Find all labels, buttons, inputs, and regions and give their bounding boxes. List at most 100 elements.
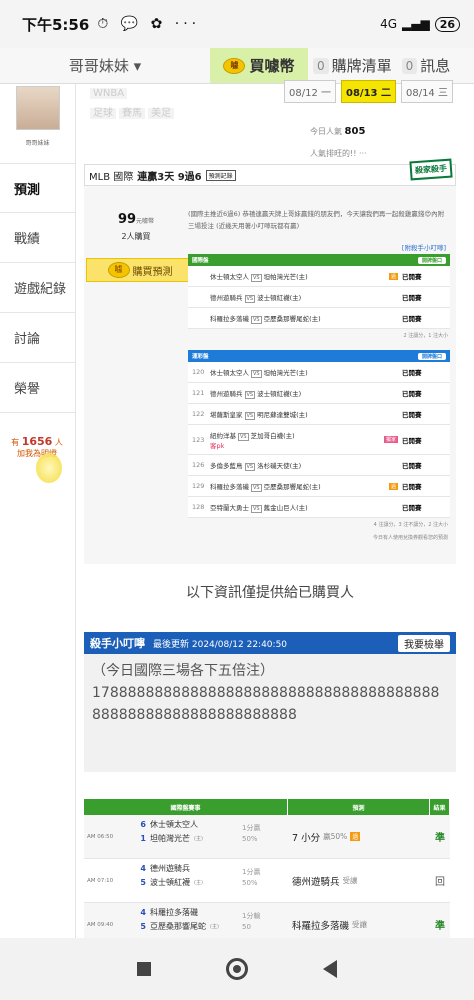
avatar[interactable]	[15, 86, 60, 130]
home-team: 紐約洋基	[210, 431, 236, 440]
match-row[interactable]: 128 亞特蘭大勇士 VS 舊金山巨人(主) 已開賽	[188, 497, 450, 518]
prediction-pick: 7 小分 贏50% 過	[288, 815, 430, 858]
open-label[interactable]: 開牌盤口	[417, 256, 446, 264]
results-table: 國際盤賽事 預測 結果 AM 06:50 6 休士頓太空人 1 坦帕灣光芒 (主) 1分贏 5…	[84, 799, 450, 947]
odds-line: 1分贏	[242, 868, 261, 876]
match-teams: 堪薩斯皇家 VS 明尼蘇達雙城(主)	[210, 409, 402, 420]
status-time: 下午5:56	[22, 15, 90, 34]
team-line: 4 科羅拉多落磯	[134, 906, 242, 920]
report-button[interactable]: 我要檢舉	[398, 634, 450, 652]
tw-note2: 今日有人使用兌換券觀看您的預測	[188, 531, 450, 544]
lightbulb-icon	[36, 453, 62, 483]
cart-count: 0	[313, 57, 329, 74]
result-row: AM 07:10 4 德州遊騎兵 5 波士頓紅襪 (主) 1分贏 50% 德州遊騎兵 受讓回	[84, 859, 450, 903]
away-team: 舊金山巨人(主)	[263, 504, 308, 512]
signal-icon: 4G	[380, 17, 397, 31]
results-header: 國際盤賽事 預測 結果	[84, 799, 450, 815]
team-no: 5	[140, 922, 146, 931]
match-row[interactable]: 121 德州遊騎兵 VS 波士頓紅襪(主) 已開賽	[188, 383, 450, 404]
tag-horse[interactable]: 賽馬	[119, 108, 145, 119]
assist-link[interactable]: [附殺手小叮嚀]	[402, 242, 446, 252]
tag-football[interactable]: 足球	[90, 108, 116, 119]
back-icon[interactable]	[322, 960, 337, 978]
popularity-label: 今日人氣	[310, 127, 342, 136]
vs-icon: VS	[251, 370, 262, 378]
price-unit: 元噱幣	[136, 218, 155, 225]
pick-sub: 受讓	[342, 876, 358, 885]
match-row[interactable]: 123 紐約洋基 VS 芝加哥白襪(主) 客pk 獨家 已開賽	[188, 425, 450, 455]
odds-pct: 50%	[242, 879, 258, 887]
match-row[interactable]: 科羅拉多落磯 VS 亞歷桑那響尾蛇(主) 已開賽	[188, 308, 450, 329]
recents-icon[interactable]	[137, 962, 152, 976]
vs-icon: VS	[244, 391, 256, 399]
odds-pct: 50	[242, 923, 251, 931]
match-row[interactable]: 126 多倫多藍鳥 VS 洛杉磯天使(主) 已開賽	[188, 455, 450, 476]
match-row[interactable]: 休士頓太空人 VS 坦帕灣光芒(主) 過已開賽	[188, 266, 450, 287]
match-row[interactable]: 120 休士頓太空人 VS 坦帕灣光芒(主) 已開賽	[188, 362, 450, 383]
team-no: 6	[140, 820, 146, 829]
match-teams: 6 休士頓太空人 1 坦帕灣光芒 (主)	[134, 815, 242, 858]
match-no: 121	[192, 389, 205, 397]
vs-icon: VS	[251, 316, 262, 324]
home-team: 休士頓太空人	[210, 369, 249, 377]
match-status: 已開賽	[402, 273, 422, 281]
sidebar-item-discuss[interactable]: 討論	[0, 313, 75, 363]
match-row[interactable]: 德州遊騎兵 VS 波士頓紅襪(主) 已開賽	[188, 287, 450, 308]
tag-nfl[interactable]: 美足	[148, 108, 174, 119]
buyers-count: 2人購買	[121, 232, 151, 241]
date-0814[interactable]: 08/14 三	[400, 80, 453, 103]
messages-tab[interactable]: 0 訊息	[397, 48, 456, 83]
team-no: 1	[140, 834, 146, 843]
team-line: 5 波士頓紅襪 (主)	[134, 876, 242, 890]
date-0813[interactable]: 08/13 二	[341, 80, 396, 103]
parlay-tag: 過	[388, 272, 398, 280]
match-row[interactable]: 122 堪薩斯皇家 VS 明尼蘇達雙城(主) 已開賽	[188, 404, 450, 425]
vs-icon: VS	[244, 295, 256, 303]
home-suffix: (主)	[194, 880, 203, 886]
match-time: AM 06:50	[87, 833, 114, 840]
odds-pct: 50%	[242, 835, 258, 843]
cart-tab[interactable]: 0 購牌清單	[308, 48, 397, 83]
home-team: 亞特蘭大勇士	[210, 504, 249, 512]
buy-prediction-button[interactable]: 噱 購買預測	[86, 258, 194, 282]
team-line: 4 德州遊騎兵	[134, 862, 242, 876]
date-selector: 08/12 一 08/13 二 08/14 三	[284, 80, 453, 103]
match-status: 已開賽	[402, 483, 422, 491]
sidebar-item-game-log[interactable]: 遊戲紀錄	[0, 263, 75, 313]
date-0812[interactable]: 08/12 一	[284, 80, 336, 103]
match-row[interactable]: 129 科羅拉多落磯 VS 亞歷桑那響尾蛇(主) 過已開賽	[188, 476, 450, 497]
sidebar-item-predict[interactable]: 預測	[0, 163, 75, 213]
team-name: 休士頓太空人	[150, 820, 198, 829]
league-label: MLB 國際	[89, 171, 134, 183]
user-dropdown[interactable]: 哥哥妹妹 ▾	[0, 48, 210, 83]
tw-note: 4 注讓分，3 注不讓分，2 注大小	[188, 518, 450, 531]
pick-main: 7 小分	[292, 832, 321, 844]
buy-prediction-label: 購買預測	[132, 266, 173, 278]
home-icon[interactable]	[225, 958, 248, 980]
prediction-pick: 德州遊騎兵 受讓	[288, 859, 430, 902]
match-teams: 紐約洋基 VS 芝加哥白襪(主) 客pk	[210, 430, 384, 450]
match-teams: 4 德州遊騎兵 5 波士頓紅襪 (主)	[134, 859, 242, 902]
buyers-only-notice: 以下資訊僅提供給已購買人	[186, 585, 354, 601]
record-button[interactable]: 預測記錄	[205, 169, 236, 181]
sidebar-item-honor[interactable]: 榮譽	[0, 363, 75, 413]
intl-table: 國際盤 開牌盤口 休士頓太空人 VS 坦帕灣光芒(主) 過已開賽 德州遊騎兵 VS 波士頓紅…	[188, 254, 450, 342]
tag-wnba[interactable]: WNBA	[90, 88, 128, 99]
system-nav-bar	[0, 938, 474, 1000]
results-col-pick: 預測	[288, 799, 430, 815]
fans-suffix: 人	[54, 438, 63, 447]
buy-coins-button[interactable]: 噱 買噱幣	[210, 48, 308, 83]
panel-header: MLB 國際 連贏3天 9過6 預測記錄 殺家殺手	[84, 158, 456, 186]
sidebar-item-record[interactable]: 戰績	[0, 213, 75, 263]
killer-tip: 殺手小叮嚀 最後更新 2024/08/12 22:40:50 我要檢舉 （今日國…	[84, 632, 456, 772]
streak-label: 連贏3天 9過6	[137, 171, 202, 183]
open-label[interactable]: 開牌盤口	[417, 352, 446, 360]
match-status: 已開賽	[402, 462, 422, 470]
team-no: 4	[140, 908, 146, 917]
vs-icon: VS	[251, 274, 262, 282]
fans-counter[interactable]: 有 1656 人 加我為明燈	[6, 435, 68, 483]
extra-pick: 客pk	[210, 441, 225, 450]
popularity: 今日人氣 805	[310, 126, 365, 137]
home-team: 科羅拉多落磯	[210, 483, 249, 491]
msg-count: 0	[401, 57, 418, 74]
